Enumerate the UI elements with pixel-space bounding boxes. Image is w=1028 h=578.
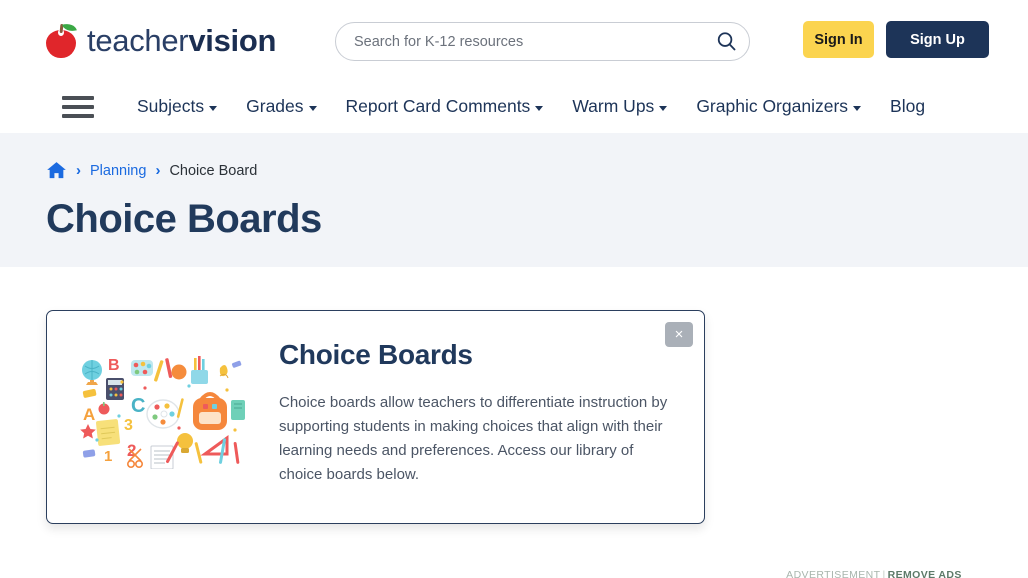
svg-text:C: C (131, 395, 145, 417)
main-navigation: Subjects Grades Report Card Comments War… (0, 80, 1028, 133)
svg-text:A: A (83, 405, 95, 424)
site-header: teachervision Sign In Sign Up (0, 0, 1028, 80)
logo-wordmark: teachervision (87, 25, 276, 56)
breadcrumb: › Planning › Choice Board (46, 133, 1028, 180)
info-card-title: Choice Boards (279, 339, 473, 370)
search-input[interactable] (336, 33, 703, 50)
close-icon[interactable]: × (665, 322, 693, 347)
nav-item-warm-ups[interactable]: Warm Ups (572, 96, 668, 117)
search-button[interactable] (703, 23, 749, 60)
chevron-down-icon (535, 105, 544, 111)
chevron-down-icon (659, 105, 668, 111)
svg-text:3: 3 (124, 417, 133, 434)
nav-item-grades[interactable]: Grades (246, 96, 317, 117)
chevron-down-icon (209, 105, 218, 111)
nav-item-subjects[interactable]: Subjects (137, 96, 218, 117)
advertisement-label: ADVERTISEMENT | REMOVE ADS (760, 569, 988, 578)
info-card-body: Choice Boards Choice boards allow teache… (279, 333, 680, 501)
logo-text-bold: vision (188, 22, 277, 58)
page-header-band: › Planning › Choice Board Choice Boards (0, 133, 1028, 267)
hamburger-menu-icon[interactable] (62, 95, 94, 118)
breadcrumb-current: Choice Board (169, 162, 258, 179)
chevron-down-icon (853, 105, 862, 111)
breadcrumb-separator: › (76, 162, 81, 179)
school-supplies-illustration: B A C 3 2 1 (75, 354, 245, 469)
sign-in-button[interactable]: Sign In (803, 21, 874, 58)
breadcrumb-link-planning[interactable]: Planning (90, 163, 146, 179)
page-root: teachervision Sign In Sign Up Subjects (0, 0, 1028, 578)
svg-text:1: 1 (104, 448, 112, 465)
chevron-down-icon (308, 105, 317, 111)
remove-ads-link[interactable]: REMOVE ADS (888, 569, 962, 578)
main-content: B A C 3 2 1 Choice Boards Choice boards … (0, 267, 1028, 578)
site-logo[interactable]: teachervision (44, 16, 276, 64)
nav-item-report-card-comments[interactable]: Report Card Comments (346, 96, 544, 117)
breadcrumb-separator: › (155, 162, 161, 179)
nav-label: Report Card Comments (345, 96, 531, 116)
nav-label: Graphic Organizers (696, 96, 849, 116)
nav-item-graphic-organizers[interactable]: Graphic Organizers (696, 96, 862, 117)
nav-label: Blog (890, 96, 926, 116)
label-divider: | (882, 569, 886, 578)
sign-up-button[interactable]: Sign Up (886, 21, 989, 58)
info-card: B A C 3 2 1 Choice Boards Choice boards … (46, 310, 705, 524)
nav-label: Warm Ups (572, 96, 655, 116)
apple-icon (44, 21, 78, 58)
nav-label: Grades (246, 96, 304, 116)
home-icon[interactable] (46, 161, 67, 180)
logo-text-light: teacher (87, 22, 189, 58)
advertisement-text: ADVERTISEMENT (786, 569, 881, 578)
svg-text:B: B (108, 357, 120, 374)
search-icon (715, 30, 738, 53)
page-title: Choice Boards (46, 197, 322, 241)
info-card-description: Choice boards allow teachers to differen… (279, 394, 668, 483)
nav-label: Subjects (137, 96, 205, 116)
nav-item-blog[interactable]: Blog (890, 96, 925, 117)
search-bar[interactable] (335, 22, 750, 61)
